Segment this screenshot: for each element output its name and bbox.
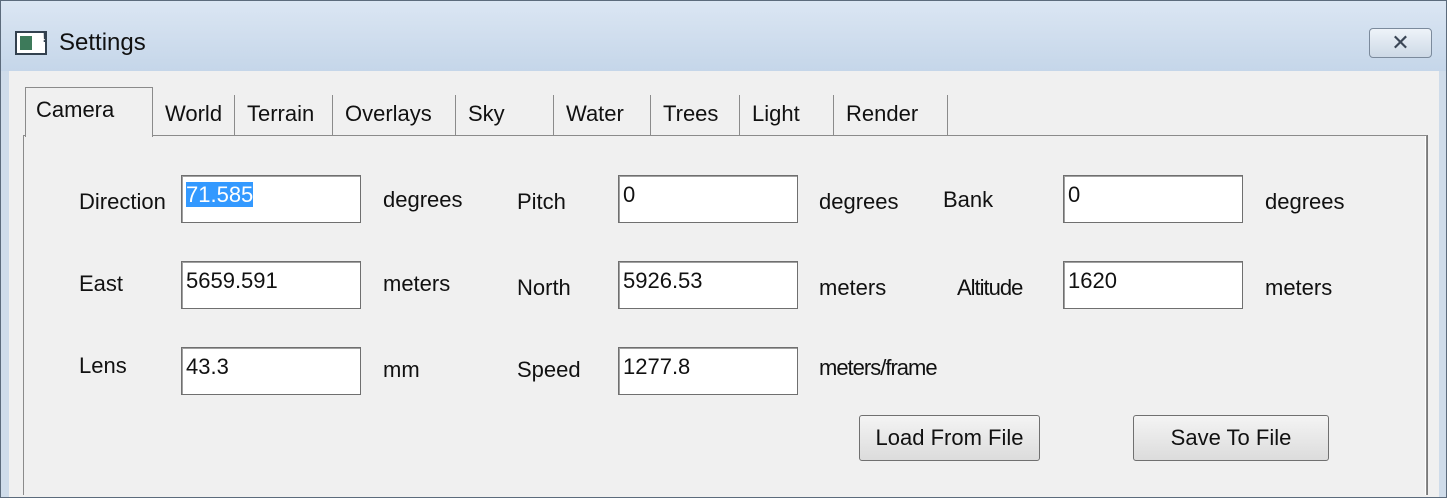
direction-label: Direction: [79, 189, 166, 214]
tab-camera[interactable]: Camera: [25, 87, 153, 137]
title-bar[interactable]: ! Settings ✕: [1, 1, 1446, 71]
lens-value: 43.3: [186, 354, 229, 379]
bank-value: 0: [1068, 182, 1081, 207]
close-icon: ✕: [1391, 30, 1410, 55]
bank-label: Bank: [943, 187, 994, 212]
speed-label: Speed: [517, 357, 581, 382]
lens-label: Lens: [79, 353, 127, 378]
app-icon: !: [15, 29, 47, 55]
altitude-label: Altitude: [957, 275, 1023, 300]
settings-window: ! Settings ✕ Camera World Terrain Overla…: [0, 0, 1447, 498]
pitch-label: Pitch: [517, 189, 566, 214]
close-button[interactable]: ✕: [1369, 28, 1432, 58]
window-title: Settings: [59, 29, 146, 56]
direction-unit: degrees: [383, 187, 463, 212]
tab-render[interactable]: Render: [834, 95, 948, 135]
altitude-value: 1620: [1068, 268, 1117, 293]
tab-sky[interactable]: Sky: [456, 95, 554, 135]
north-unit: meters: [819, 275, 887, 300]
speed-value: 1277.8: [623, 354, 691, 379]
direction-value: 71.585: [186, 182, 254, 207]
north-value: 5926.53: [623, 268, 703, 293]
altitude-unit: meters: [1265, 275, 1333, 300]
tab-overlays[interactable]: Overlays: [333, 95, 456, 135]
tab-light[interactable]: Light: [740, 95, 834, 135]
load-from-file-button[interactable]: Load From File: [859, 415, 1040, 461]
east-input[interactable]: 5659.591: [181, 261, 361, 309]
altitude-input[interactable]: 1620: [1063, 261, 1243, 309]
east-value: 5659.591: [186, 268, 278, 293]
bank-input[interactable]: 0: [1063, 175, 1243, 223]
lens-input[interactable]: 43.3: [181, 347, 361, 395]
direction-input[interactable]: 71.585: [181, 175, 361, 223]
tab-water[interactable]: Water: [554, 95, 651, 135]
speed-unit: meters/frame: [819, 355, 938, 380]
pitch-unit: degrees: [819, 189, 899, 214]
bank-unit: degrees: [1265, 189, 1345, 214]
east-label: East: [79, 271, 124, 296]
tab-trees[interactable]: Trees: [651, 95, 740, 135]
dialog-body: Camera World Terrain Overlays Sky Water …: [9, 71, 1439, 497]
north-label: North: [517, 275, 571, 300]
lens-unit: mm: [383, 357, 420, 382]
pitch-input[interactable]: 0: [618, 175, 798, 223]
tab-world[interactable]: World: [153, 95, 235, 135]
save-to-file-button[interactable]: Save To File: [1133, 415, 1329, 461]
tab-terrain[interactable]: Terrain: [235, 95, 333, 135]
speed-input[interactable]: 1277.8: [618, 347, 798, 395]
east-unit: meters: [383, 271, 451, 296]
north-input[interactable]: 5926.53: [618, 261, 798, 309]
pitch-value: 0: [623, 182, 636, 207]
